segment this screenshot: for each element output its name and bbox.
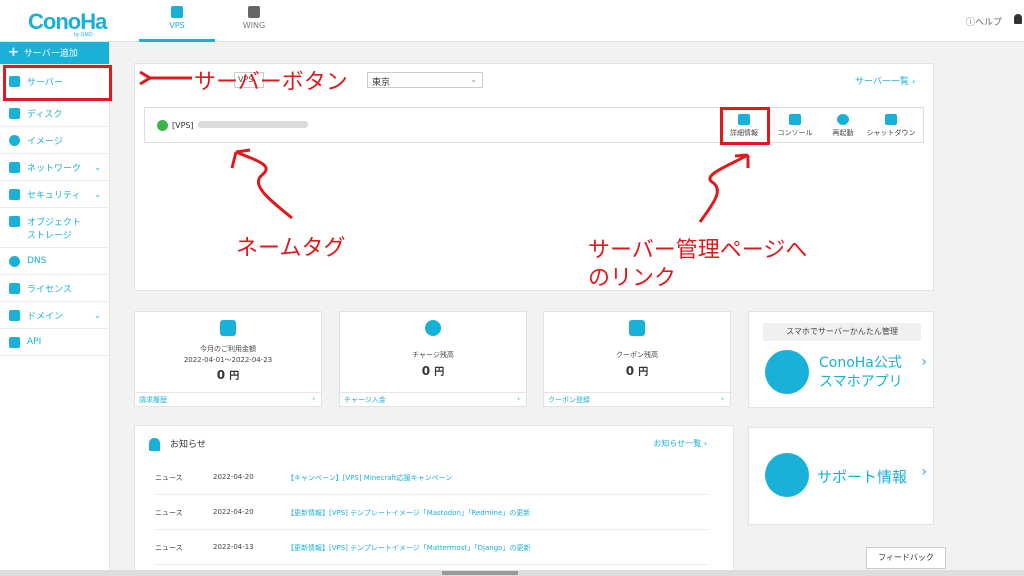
card-period: 2022-04-01〜2022-04-23 xyxy=(183,356,273,364)
annotation-server-button: サーバーボタン xyxy=(194,70,348,95)
support-text: サポート情報 xyxy=(817,468,908,486)
dollar-icon xyxy=(425,320,441,336)
news-title: お知らせ xyxy=(149,437,206,451)
charge-link[interactable]: チャージ入金 › xyxy=(340,392,526,406)
news-row: ニュース 2022-04-20 【キャンペーン】[VPS] Minecraft応援キ… xyxy=(155,460,710,495)
news-panel: お知らせ お知らせ一覧 › ニュース 2022-04-20 【キャンペーン】[VPS… xyxy=(134,425,734,576)
chevron-right-icon: › xyxy=(921,354,927,370)
card-title: チャージ残高 xyxy=(412,351,454,359)
news-row: ニュース 2022-04-13 【更新情報】[VPS] テンプレートイメージ「Mat… xyxy=(155,530,710,565)
graduation-cap-icon xyxy=(765,453,809,497)
card-value: 0 円 xyxy=(421,364,445,378)
coupon-register-link[interactable]: クーポン登録 › xyxy=(544,392,730,406)
card-value: 0 円 xyxy=(216,368,240,382)
promo-header: スマホでサーバーかんたん管理 xyxy=(763,323,921,341)
app-promo-text: ConoHa公式 スマホアプリ xyxy=(819,355,903,390)
annotation-manage-link-2: のリンク xyxy=(588,266,677,291)
card-title: クーポン残高 xyxy=(616,351,658,359)
news-link[interactable]: 【更新情報】[VPS] テンプレートイメージ「Mastodon」「Redmine… xyxy=(287,508,530,518)
card-title: 今月のご利用金額 xyxy=(200,345,256,353)
invoice-icon xyxy=(220,320,236,336)
coupon-icon xyxy=(629,320,645,336)
annotation-name-tag: ネームタグ xyxy=(236,236,346,261)
coupon-card: クーポン残高 0 円 クーポン登録 › xyxy=(543,311,731,407)
usage-card: 今月のご利用金額 2022-04-01〜2022-04-23 0 円 請求履歴 › xyxy=(134,311,322,407)
support-promo[interactable]: サポート情報 › xyxy=(748,427,934,525)
news-link[interactable]: 【更新情報】[VPS] テンプレートイメージ「Mattermost」「Djang… xyxy=(287,543,530,553)
news-all-link[interactable]: お知らせ一覧 › xyxy=(653,438,707,449)
horizontal-scrollbar[interactable] xyxy=(0,570,1024,576)
smartphone-icon xyxy=(765,350,809,394)
chevron-right-icon: › xyxy=(921,464,927,480)
news-link[interactable]: 【キャンペーン】[VPS] Minecraft応援キャンペーン xyxy=(287,473,452,483)
card-value: 0 円 xyxy=(625,364,649,378)
news-row: ニュース 2022-04-20 【更新情報】[VPS] テンプレートイメージ「Mas… xyxy=(155,495,710,530)
billing-history-link[interactable]: 請求履歴 › xyxy=(135,392,321,406)
app-promo[interactable]: スマホでサーバーかんたん管理 ConoHa公式 スマホアプリ › xyxy=(748,311,934,408)
feedback-button[interactable]: フィードバック xyxy=(866,547,946,569)
bell-icon xyxy=(149,438,160,451)
charge-card: チャージ残高 0 円 チャージ入金 › xyxy=(339,311,527,407)
scrollbar-thumb[interactable] xyxy=(442,571,518,575)
